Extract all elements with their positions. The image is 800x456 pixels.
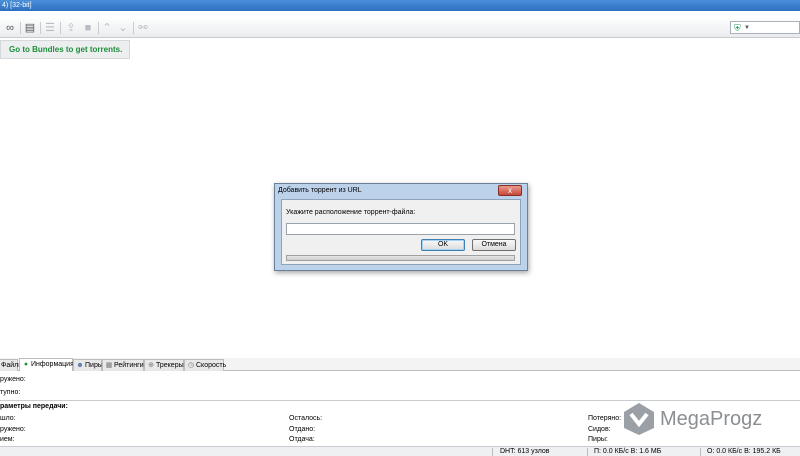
status-bar: DHT: 613 узлов П: 0.0 КБ/с В: 1.6 МБ О: … — [0, 446, 800, 456]
downloaded-total-label: ружено: — [0, 426, 26, 433]
dialog-title: Добавить торрент из URL — [278, 187, 362, 194]
receive-speed-label: ием: — [0, 436, 15, 443]
up-arrow-icon[interactable]: ⌃ — [100, 21, 114, 35]
file-icon[interactable]: ▤ — [23, 21, 37, 35]
trackers-icon: ⊕ — [148, 362, 154, 369]
dht-status: DHT: 613 узлов — [500, 448, 550, 455]
tab-ratings[interactable]: ▦ Рейтинги — [102, 359, 144, 371]
dialog-close-button[interactable]: x — [498, 185, 522, 196]
download-status: П: 0.0 КБ/с В: 1.6 МБ — [594, 448, 662, 455]
bundles-label: Go to Bundles to get torrents. — [9, 45, 123, 54]
uploaded-label: Отдано: — [289, 426, 316, 433]
stop-icon[interactable]: ■ — [81, 21, 95, 35]
tab-files[interactable]: Файлы — [0, 359, 23, 371]
ratings-icon: ▦ — [105, 362, 113, 369]
list-icon[interactable]: ☰ — [43, 21, 57, 35]
toolbar-separator — [60, 22, 61, 34]
toolbar-separator — [98, 22, 99, 34]
peers-icon: ☻ — [76, 362, 84, 369]
torrent-url-input[interactable] — [286, 223, 515, 235]
available-label: тупно: — [0, 389, 21, 396]
tab-trackers[interactable]: ⊕ Трекеры — [144, 359, 184, 371]
speed-icon: ◷ — [187, 362, 195, 369]
upload-icon[interactable]: ⇪ — [64, 21, 78, 35]
seeds-label: Сидов: — [588, 426, 611, 433]
info-icon: ● — [23, 361, 29, 368]
tab-label: Пиры — [85, 362, 103, 369]
upload-status: О: 0.0 КБ/с В: 195.2 КБ — [707, 448, 781, 455]
elapsed-label: шло: — [0, 415, 16, 422]
shield-icon: ⛨ — [734, 23, 741, 33]
url-prompt-label: Укажите расположение торрент-файла: — [286, 209, 416, 216]
chevron-down-icon[interactable]: ▼ — [744, 23, 750, 33]
upload-speed-label: Отдача: — [289, 436, 315, 443]
wasted-label: Потеряно: — [588, 415, 622, 422]
tab-speed[interactable]: ◷ Скорость — [184, 359, 227, 371]
downloaded-label: ружено: — [0, 376, 26, 383]
cancel-button[interactable]: Отмена — [472, 239, 516, 251]
tab-peers[interactable]: ☻Пиры — [73, 359, 103, 371]
section-divider — [0, 400, 800, 401]
tab-label: Информация — [31, 361, 74, 368]
window-title-bar: 4) [32-bit] — [0, 0, 800, 11]
watermark-text: MegaProgz — [660, 408, 763, 430]
bundles-banner[interactable]: Go to Bundles to get torrents. — [0, 40, 130, 59]
search-box[interactable]: ⛨ ▼ — [730, 21, 800, 34]
remaining-label: Осталось: — [289, 415, 323, 422]
toolbar-separator — [133, 22, 134, 34]
status-separator — [587, 448, 588, 456]
window-title: 4) [32-bit] — [2, 2, 32, 9]
tab-label: Рейтинги — [114, 362, 144, 369]
link-icon[interactable]: ∞ — [3, 21, 17, 35]
status-separator — [700, 448, 701, 456]
dialog-body: Укажите расположение торрент-файла: OK О… — [281, 199, 521, 265]
tab-label: Трекеры — [156, 362, 184, 369]
tab-label: Скорость — [196, 362, 227, 369]
lock-icon[interactable]: ⚯ — [136, 21, 150, 35]
peers-label: Пиры: — [588, 436, 608, 443]
progress-bar — [286, 255, 515, 261]
transfer-section-title: раметры передачи: — [0, 403, 68, 410]
detail-tabs: Файлы ● Информация ☻Пиры ▦ Рейтинги ⊕ Треке… — [0, 358, 800, 371]
toolbar: ∞ ▤ ☰ ⇪ ■ ⌃ ⌄ ⚯ ⛨ ▼ — [0, 18, 800, 38]
close-icon: x — [508, 186, 512, 195]
toolbar-separator — [20, 22, 21, 34]
toolbar-separator — [40, 22, 41, 34]
megaprogz-logo-icon — [624, 403, 654, 435]
tab-info[interactable]: ● Информация — [19, 358, 74, 371]
add-torrent-url-dialog: Добавить торрент из URL x Укажите распол… — [274, 183, 528, 271]
ok-button[interactable]: OK — [421, 239, 465, 251]
down-arrow-icon[interactable]: ⌄ — [116, 21, 130, 35]
status-separator — [492, 448, 493, 456]
